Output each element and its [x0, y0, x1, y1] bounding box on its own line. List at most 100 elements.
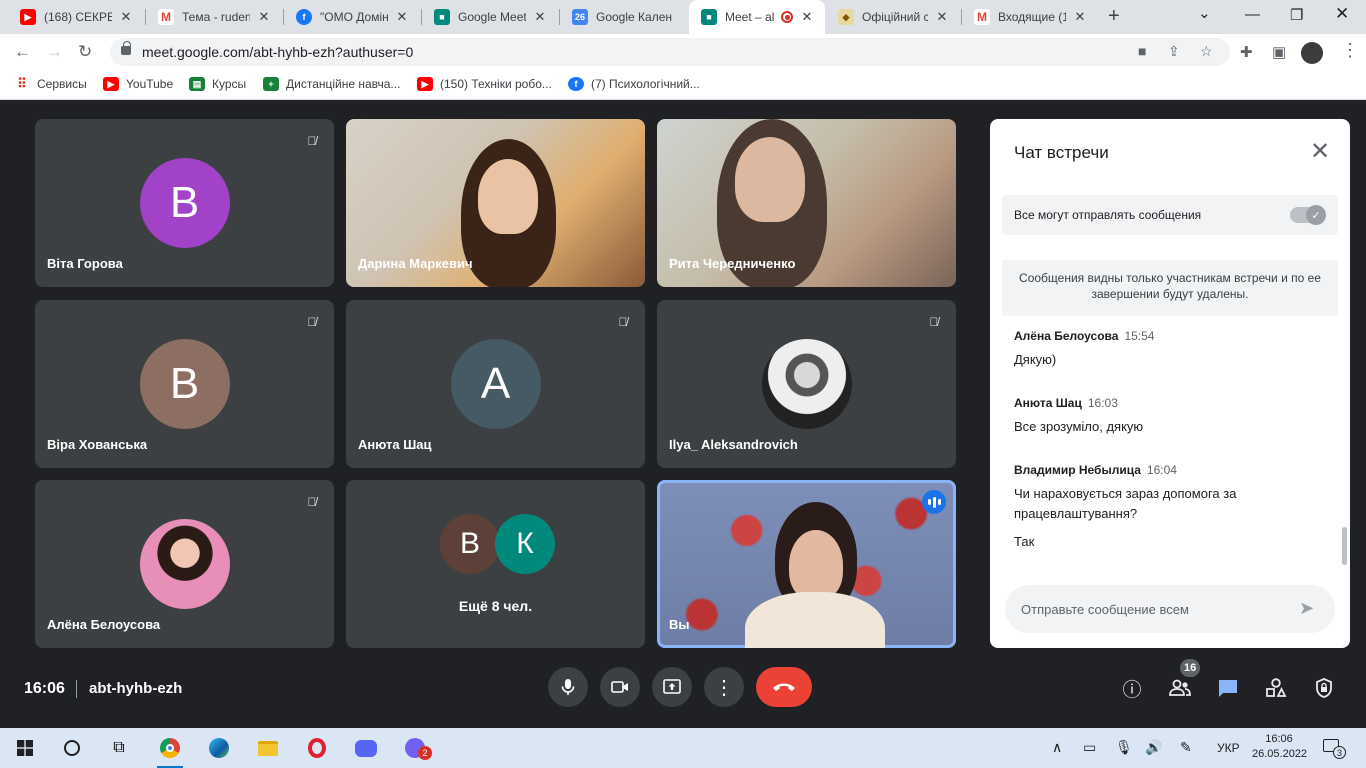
opera-logo	[308, 738, 326, 758]
present-button[interactable]	[652, 667, 692, 707]
tab-google-calendar[interactable]: 26 Google Кален	[560, 0, 688, 34]
participant-name: Дарина Маркевич	[358, 256, 473, 271]
youtube-icon: ▶	[417, 77, 433, 91]
volume-icon[interactable]: 🔊	[1145, 739, 1162, 756]
battery-icon[interactable]: ▭	[1083, 739, 1096, 756]
tab-meet-active[interactable]: ■ Meet – al ✕	[689, 0, 825, 34]
profile-avatar[interactable]	[1301, 42, 1323, 64]
avatar-photo	[761, 339, 852, 429]
language-indicator[interactable]: УКР	[1217, 741, 1240, 755]
chat-scrollbar[interactable]	[1342, 527, 1347, 565]
bookmark-psychology[interactable]: f (7) Психологічний...	[568, 77, 700, 91]
tab-inbox[interactable]: M Входящие (1 ✕	[962, 0, 1098, 34]
more-avatars: В К	[440, 514, 560, 574]
mic-off-icon: 🎙̸	[307, 495, 317, 509]
close-tab-icon[interactable]: ✕	[256, 9, 272, 25]
tab-gmail[interactable]: M Тема - ruden ✕	[146, 0, 282, 34]
forward-icon[interactable]: →	[46, 42, 63, 62]
message-text: Дякую)	[1014, 352, 1057, 367]
microphone-button[interactable]	[548, 667, 588, 707]
tab-youtube[interactable]: ▶ (168) СЕКРЕТ ✕	[8, 0, 144, 34]
message-text: Чи нараховується зараз допомога за праце…	[1014, 486, 1237, 521]
opera-icon[interactable]	[300, 734, 334, 762]
participant-tile[interactable]: 🎙̸ А Анюта Шац	[346, 300, 645, 468]
leave-call-button[interactable]	[756, 667, 812, 707]
show-hidden-icons-icon[interactable]: ∧	[1052, 739, 1062, 756]
bookmark-courses[interactable]: ▤ Курсы	[189, 77, 246, 91]
windows-start-icon[interactable]	[8, 734, 42, 762]
bookmark-youtube[interactable]: ▶ YouTube	[103, 77, 173, 91]
bookmark-star-icon[interactable]: ☆	[1200, 43, 1213, 60]
calendar-icon: 26	[572, 9, 588, 25]
close-tab-icon[interactable]: ✕	[799, 9, 815, 25]
people-icon-glyph	[1169, 679, 1191, 696]
bookmark-techniques[interactable]: ▶ (150) Техніки робо...	[417, 77, 552, 91]
people-icon[interactable]	[1167, 676, 1193, 700]
notification-center-icon[interactable]: 3	[1323, 737, 1346, 759]
reload-icon[interactable]: ↻	[78, 42, 92, 62]
chrome-icon[interactable]	[153, 734, 187, 768]
camera-icon[interactable]: ■	[1138, 43, 1146, 59]
chat-title: Чат встречи	[1014, 143, 1109, 162]
participant-tile[interactable]: 🎙̸ Ilya_ Aleksandrovich	[657, 300, 956, 468]
window-close-icon[interactable]: ✕	[1335, 4, 1349, 24]
present-screen-icon	[663, 679, 681, 694]
tab-strip: ▶ (168) СЕКРЕТ ✕ M Тема - ruden ✕ f "ОМО…	[0, 0, 1366, 34]
search-icon[interactable]	[55, 734, 89, 762]
meeting-details-icon[interactable]: ⓘ	[1119, 676, 1145, 701]
extensions-icon[interactable]: ✚	[1240, 43, 1253, 61]
self-tile[interactable]: Вы	[657, 480, 956, 648]
participant-name: Алёна Белоусова	[47, 617, 161, 632]
activities-icon[interactable]	[1263, 676, 1289, 700]
close-tab-icon[interactable]: ✕	[118, 9, 134, 25]
file-explorer-icon[interactable]	[251, 734, 285, 762]
tab-google-meet[interactable]: ■ Google Meet ✕	[422, 0, 558, 34]
close-chat-icon[interactable]: ✕	[1310, 137, 1330, 166]
permission-toggle[interactable]: ✓	[1290, 205, 1326, 225]
side-panel-icon[interactable]: ▣	[1272, 43, 1286, 61]
participant-tile[interactable]: Дарина Маркевич	[346, 119, 645, 287]
chat-message-input[interactable]	[1005, 585, 1335, 633]
restore-icon[interactable]: ❐	[1290, 6, 1303, 24]
bookmark-distance-learning[interactable]: + Дистанційне навча...	[263, 77, 400, 91]
microphone-tray-icon[interactable]: 🎙	[1115, 739, 1133, 756]
close-tab-icon[interactable]: ✕	[532, 9, 548, 25]
message-sender: Алёна Белоусова	[1014, 329, 1119, 343]
tab-facebook[interactable]: f "ОМО Домін ✕	[284, 0, 420, 34]
more-options-button[interactable]: ⋮	[704, 667, 744, 707]
tab-search-icon[interactable]: ⌄	[1198, 4, 1211, 22]
address-bar[interactable]: meet.google.com/abt-hyhb-ezh?authuser=0 …	[110, 38, 1230, 66]
gmail-icon: M	[158, 9, 174, 25]
close-tab-icon[interactable]: ✕	[934, 9, 950, 25]
send-icon[interactable]: ➤	[1299, 598, 1314, 619]
pen-icon[interactable]: ✎	[1180, 739, 1192, 756]
participant-tile[interactable]: 🎙̸ Алёна Белоусова	[35, 480, 334, 648]
edge-icon[interactable]	[202, 734, 236, 762]
meet-icon: ■	[434, 9, 450, 25]
close-tab-icon[interactable]: ✕	[394, 9, 410, 25]
participant-tile[interactable]: Рита Чередниченко	[657, 119, 956, 287]
share-icon[interactable]: ⇪	[1168, 43, 1180, 60]
minimize-icon[interactable]: —	[1245, 6, 1260, 23]
participant-tile[interactable]: 🎙̸ В Віта Горова	[35, 119, 334, 287]
host-controls-icon[interactable]	[1311, 676, 1337, 700]
viber-badge: 2	[418, 746, 432, 760]
back-icon[interactable]: ←	[14, 42, 31, 62]
camera-icon	[611, 681, 628, 693]
more-participants-tile[interactable]: В К Ещё 8 чел.	[346, 480, 645, 648]
url-text[interactable]: meet.google.com/abt-hyhb-ezh?authuser=0	[142, 44, 413, 60]
avatar: К	[495, 514, 555, 574]
bookmark-services[interactable]: ⠿ Сервисы	[14, 76, 86, 91]
new-tab-icon[interactable]: +	[1108, 5, 1120, 28]
browser-menu-icon[interactable]: ⋮	[1341, 40, 1359, 61]
close-tab-icon[interactable]: ✕	[1072, 9, 1088, 25]
participant-tile[interactable]: 🎙̸ В Віра Хованська	[35, 300, 334, 468]
discord-icon[interactable]	[349, 734, 383, 762]
chat-icon[interactable]	[1215, 676, 1241, 700]
shapes-icon	[1266, 678, 1287, 697]
taskbar-clock[interactable]: 16:06 26.05.2022	[1252, 732, 1307, 762]
participant-name: Рита Чередниченко	[669, 256, 796, 271]
tab-official-site[interactable]: ◆ Офіційний са ✕	[826, 0, 960, 34]
task-view-icon[interactable]: ⧉	[102, 734, 136, 762]
camera-button[interactable]	[600, 667, 640, 707]
